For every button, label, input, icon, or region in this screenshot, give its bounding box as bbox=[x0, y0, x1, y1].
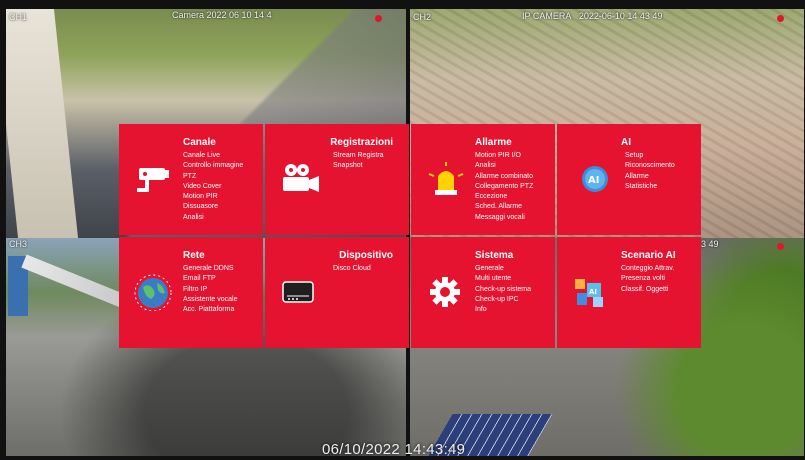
menu-link[interactable]: Filtro IP bbox=[183, 285, 237, 295]
menu-link[interactable]: Email FTP bbox=[183, 274, 237, 284]
svg-text:AI: AI bbox=[588, 175, 599, 186]
menu-tile-allarme[interactable]: Allarme Motion PIR I/O Analisi Allarme c… bbox=[411, 124, 555, 235]
recording-indicator bbox=[375, 15, 382, 22]
tile-title: Rete bbox=[183, 250, 205, 261]
menu-link[interactable]: Acc. Piattaforma bbox=[183, 305, 237, 315]
ai-head-icon: AI bbox=[579, 160, 621, 198]
globe-network-icon bbox=[133, 273, 175, 312]
menu-link[interactable]: Messaggi vocali bbox=[475, 213, 533, 223]
menu-tile-scenario-ai[interactable]: AI Scenario AI Conteggio Attrav. Presenz… bbox=[557, 237, 701, 348]
menu-link[interactable]: Check-up sistema bbox=[475, 285, 531, 295]
menu-link[interactable]: Presenza volti bbox=[621, 274, 674, 284]
menu-tile-ai[interactable]: AI AI Setup Riconoscimento Allarme Stati… bbox=[557, 124, 701, 235]
menu-tile-rete[interactable]: Rete Generale DDNS Email FTP Filtro IP A… bbox=[119, 237, 263, 348]
alarm-light-icon bbox=[425, 160, 467, 198]
menu-link[interactable]: Conteggio Attrav. bbox=[621, 264, 674, 274]
menu-link[interactable]: Eccezione bbox=[475, 192, 533, 202]
channel-label: CH3 bbox=[9, 239, 28, 249]
menu-link[interactable]: Info bbox=[475, 305, 531, 315]
channel-label: CH2 bbox=[413, 12, 432, 22]
osd-timestamp: 06/10/2022 14:43:49 bbox=[322, 441, 466, 458]
camera-overlay-text: IP CAMERA 2022-06-10 14 43 49 bbox=[522, 11, 663, 21]
menu-link[interactable]: Motion PIR bbox=[183, 192, 243, 202]
tile-title: Sistema bbox=[475, 250, 514, 261]
recording-indicator bbox=[777, 15, 784, 22]
menu-link[interactable]: Allarme combinato bbox=[475, 172, 533, 182]
recording-indicator bbox=[777, 243, 784, 250]
menu-link[interactable]: Controllo immagine bbox=[183, 161, 243, 171]
tile-title: Allarme bbox=[475, 137, 512, 148]
menu-link[interactable]: Analisi bbox=[475, 161, 533, 171]
menu-link[interactable]: Statistiche bbox=[625, 182, 675, 192]
menu-link[interactable]: Collegamento PTZ bbox=[475, 182, 533, 192]
menu-link[interactable]: Multi utente bbox=[475, 274, 531, 284]
building-wall bbox=[6, 9, 79, 238]
menu-link[interactable]: Canale Live bbox=[183, 151, 243, 161]
barrier-arm bbox=[21, 254, 129, 309]
menu-link[interactable]: Generale DDNS bbox=[183, 264, 237, 274]
menu-link[interactable]: Dissuasore bbox=[183, 202, 243, 212]
menu-link[interactable]: Analisi bbox=[183, 213, 243, 223]
menu-link[interactable]: Disco Cloud bbox=[333, 264, 371, 274]
tile-title: Scenario AI bbox=[621, 250, 676, 261]
menu-link[interactable]: Generale bbox=[475, 264, 531, 274]
camera-overlay-text: Camera 2022 06 10 14 4 bbox=[172, 10, 275, 20]
tile-title: Dispositivo bbox=[339, 250, 393, 261]
menu-tile-canale[interactable]: Canale Canale Live Controllo immagine PT… bbox=[119, 124, 263, 235]
tile-title: AI bbox=[621, 137, 631, 148]
menu-link[interactable]: Allarme bbox=[625, 172, 675, 182]
hard-disk-icon bbox=[279, 273, 321, 311]
gear-icon bbox=[425, 273, 467, 311]
tile-title: Registrazioni bbox=[330, 137, 393, 148]
svg-text:AI: AI bbox=[589, 288, 597, 296]
menu-link[interactable]: Classif. Oggetti bbox=[621, 285, 674, 295]
menu-link[interactable]: Assistente vocale bbox=[183, 295, 237, 305]
menu-link[interactable]: PTZ bbox=[183, 172, 243, 182]
menu-link[interactable]: Setup bbox=[625, 151, 675, 161]
menu-link[interactable]: Sched. Allarme bbox=[475, 202, 533, 212]
menu-link[interactable]: Riconoscimento bbox=[625, 161, 675, 171]
main-menu: Canale Canale Live Controllo immagine PT… bbox=[119, 124, 701, 350]
menu-tile-registrazioni[interactable]: Registrazioni Stream Registra Snapshot bbox=[265, 124, 409, 235]
menu-link[interactable]: Stream Registra bbox=[333, 151, 384, 161]
tile-title: Canale bbox=[183, 137, 216, 148]
menu-link[interactable]: Check-up IPC bbox=[475, 295, 531, 305]
menu-link[interactable]: Motion PIR I/O bbox=[475, 151, 533, 161]
video-camera-icon bbox=[279, 160, 321, 198]
menu-tile-sistema[interactable]: Sistema Generale Multi utente Check-up s… bbox=[411, 237, 555, 348]
ai-scenario-icon: AI bbox=[571, 273, 613, 311]
channel-label: CH1 bbox=[9, 12, 28, 22]
menu-tile-dispositivo[interactable]: Dispositivo Disco Cloud bbox=[265, 237, 409, 348]
menu-link[interactable]: Video Cover bbox=[183, 182, 243, 192]
security-camera-icon bbox=[133, 160, 175, 198]
menu-link[interactable]: Snapshot bbox=[333, 161, 384, 171]
